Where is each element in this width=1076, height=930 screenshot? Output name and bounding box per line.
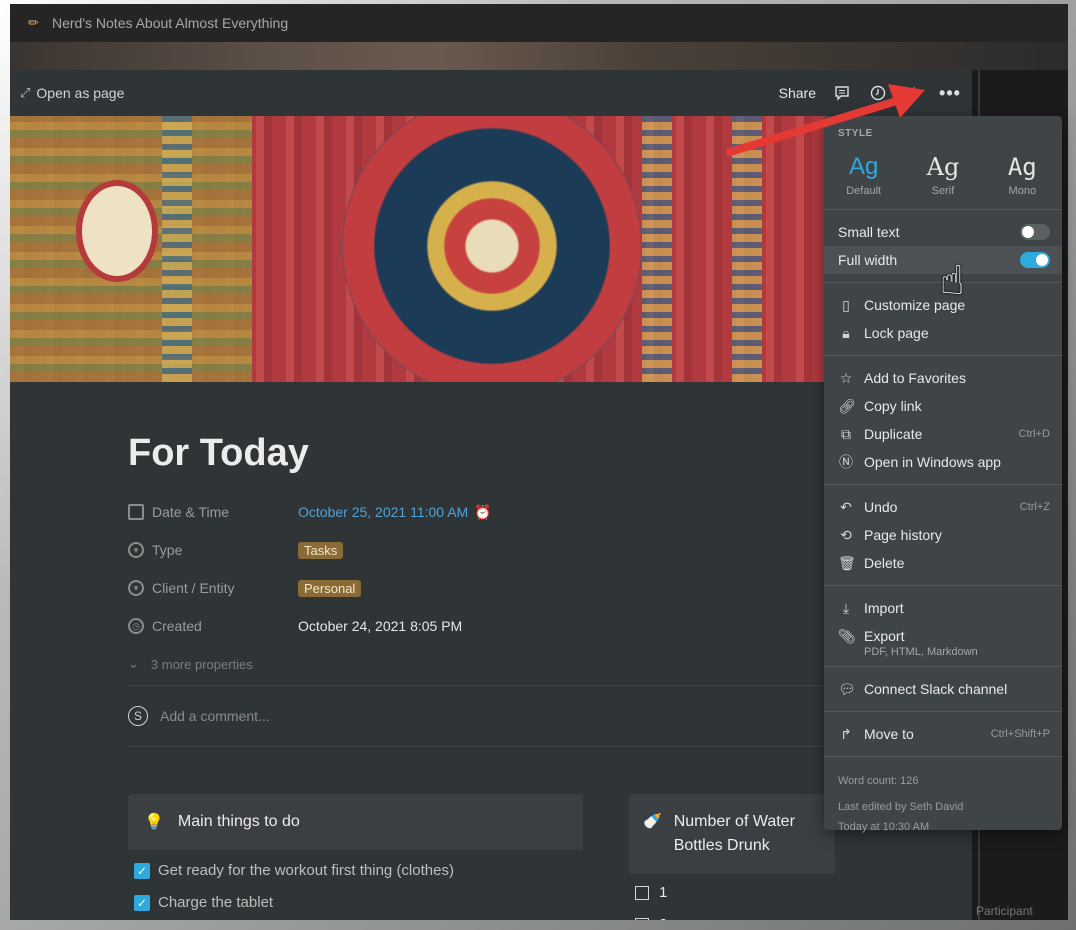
screenshot-frame: ✏ Nerd's Notes About Almost Everything P… <box>0 0 1076 930</box>
open-as-page-button[interactable]: ⤢ Open as page <box>20 85 124 101</box>
more-properties-toggle[interactable]: ⌄ 3 more properties <box>128 649 848 679</box>
todo-item[interactable]: ✓ Charge the tablet <box>134 894 273 911</box>
page-title[interactable]: For Today <box>128 432 848 475</box>
full-width-toggle[interactable] <box>1020 252 1050 268</box>
menu-footer: Word count: 126 Last edited by Seth Davi… <box>824 757 1062 847</box>
divider <box>128 746 848 747</box>
window-title: Nerd's Notes About Almost Everything <box>52 15 289 31</box>
bottle-icon: 🍼 <box>643 813 662 830</box>
move-to-item[interactable]: ↱ Move to Ctrl+Shift+P <box>824 720 1062 748</box>
client-tag: Personal <box>298 579 362 597</box>
pointer-hand-icon: ☝ <box>940 259 965 303</box>
callout-main-things[interactable]: 💡 Main things to do <box>128 794 583 850</box>
clock-icon[interactable] <box>868 83 888 103</box>
star-icon[interactable]: ☆ <box>904 83 924 103</box>
clock-icon: ◷ <box>128 618 144 634</box>
share-button[interactable]: Share <box>779 85 816 101</box>
font-option-serif[interactable]: Ag Serif <box>908 153 978 197</box>
checkbox-icon[interactable] <box>635 917 649 920</box>
background-participant-label: Participant <box>976 904 1033 918</box>
export-item[interactable]: 📎︎ Export <box>824 622 1062 650</box>
undo-icon: ↶ <box>840 498 852 515</box>
checkbox-checked-icon[interactable]: ✓ <box>134 894 150 911</box>
star-icon: ☆ <box>839 369 853 386</box>
comment-icon[interactable] <box>832 83 852 103</box>
copy-link-item[interactable]: 🔗︎ Copy link <box>824 392 1062 420</box>
lock-page-item[interactable]: 🔒︎ Lock page <box>824 319 1062 347</box>
word-count: Word count: 126 <box>838 775 919 787</box>
duplicate-item[interactable]: ⧉ Duplicate Ctrl+D <box>824 420 1062 448</box>
page-options-menu: STYLE Ag Default Ag Serif Ag Mono Small <box>824 116 1062 833</box>
last-edited-time: Today at 10:30 AM <box>838 821 930 833</box>
undo-item[interactable]: ↶ Undo Ctrl+Z <box>824 493 1062 521</box>
last-edited-by: Last edited by Seth David <box>838 801 964 813</box>
font-option-default[interactable]: Ag Default <box>829 153 899 197</box>
font-style-options: Ag Default Ag Serif Ag Mono <box>824 139 1062 209</box>
lock-icon: 🔒︎ <box>842 324 850 341</box>
pencil-icon: ✏ <box>28 15 39 30</box>
font-option-mono[interactable]: Ag Mono <box>987 153 1057 197</box>
number-checklist-item[interactable]: 2 <box>635 916 667 920</box>
delete-item[interactable]: 🗑︎ Delete <box>824 549 1062 577</box>
todo-item[interactable]: ✓ Get ready for the workout first thing … <box>134 862 454 879</box>
paperclip-icon: 📎︎ <box>838 627 856 644</box>
checkbox-checked-icon[interactable]: ✓ <box>134 862 150 879</box>
property-created[interactable]: ◷ Created October 24, 2021 8:05 PM <box>128 607 848 645</box>
type-tag: Tasks <box>298 541 344 559</box>
comment-input[interactable]: S Add a comment... <box>128 692 848 740</box>
download-icon: ⤓ <box>842 599 850 616</box>
trash-icon: 🗑︎ <box>838 554 856 571</box>
number-checklist-item[interactable]: 1 <box>635 884 667 901</box>
callout-water-bottles[interactable]: 🍼 Number of Water Bottles Drunk <box>629 794 835 874</box>
expand-icon: ⤢ <box>20 85 31 100</box>
select-icon: ▾ <box>128 542 144 558</box>
alarm-clock-icon: ⏰ <box>474 503 492 520</box>
page-toolbar: Share ☆ ••• <box>779 70 960 116</box>
duplicate-icon: ⧉ <box>841 425 851 442</box>
history-icon: ⟲ <box>840 526 852 543</box>
style-header: STYLE <box>838 128 873 139</box>
more-options-icon[interactable]: ••• <box>939 83 960 103</box>
small-text-toggle[interactable] <box>1020 224 1050 240</box>
connect-slack-item[interactable]: 💬︎ Connect Slack channel <box>824 675 1062 703</box>
checkbox-icon[interactable] <box>635 885 649 900</box>
open-as-page-label: Open as page <box>36 85 125 101</box>
open-in-windows-app-item[interactable]: Ⓝ Open in Windows app <box>824 448 1062 476</box>
page-history-item[interactable]: ⟲ Page history <box>824 521 1062 549</box>
select-icon: ▾ <box>128 580 144 596</box>
link-icon: 🔗︎ <box>838 397 856 414</box>
lightbulb-icon: 💡 <box>144 814 164 831</box>
modal-header: ⤢ Open as page Share ☆ ••• <box>10 70 972 116</box>
background-page-cover <box>10 42 1068 70</box>
add-to-favorites-item[interactable]: ☆ Add to Favorites <box>824 364 1062 392</box>
content-columns: 💡 Main things to do 🍼 Number of Water Bo… <box>128 794 848 920</box>
property-type[interactable]: ▾ Type Tasks <box>128 531 848 569</box>
divider <box>128 685 848 686</box>
slack-chat-icon: 💬︎ <box>838 680 856 697</box>
property-client-entity[interactable]: ▾ Client / Entity Personal <box>128 569 848 607</box>
calendar-icon <box>128 504 144 520</box>
property-date-time[interactable]: Date & Time October 25, 2021 11:00 AM ⏰ <box>128 493 848 531</box>
properties: Date & Time October 25, 2021 11:00 AM ⏰ ▾… <box>128 493 848 679</box>
avatar: S <box>128 706 148 726</box>
move-arrow-icon: ↱ <box>840 725 852 742</box>
import-item[interactable]: ⤓ Import <box>824 594 1062 622</box>
window-title-bar: ✏ Nerd's Notes About Almost Everything <box>10 4 1068 42</box>
comment-placeholder: Add a comment... <box>160 708 270 724</box>
document-icon: ▯ <box>842 296 850 313</box>
page-content: For Today Date & Time October 25, 2021 1… <box>128 382 848 753</box>
small-text-toggle-row[interactable]: Small text <box>824 218 1062 246</box>
notion-app-icon: Ⓝ <box>839 454 853 470</box>
chevron-down-icon: ⌄ <box>128 656 139 671</box>
